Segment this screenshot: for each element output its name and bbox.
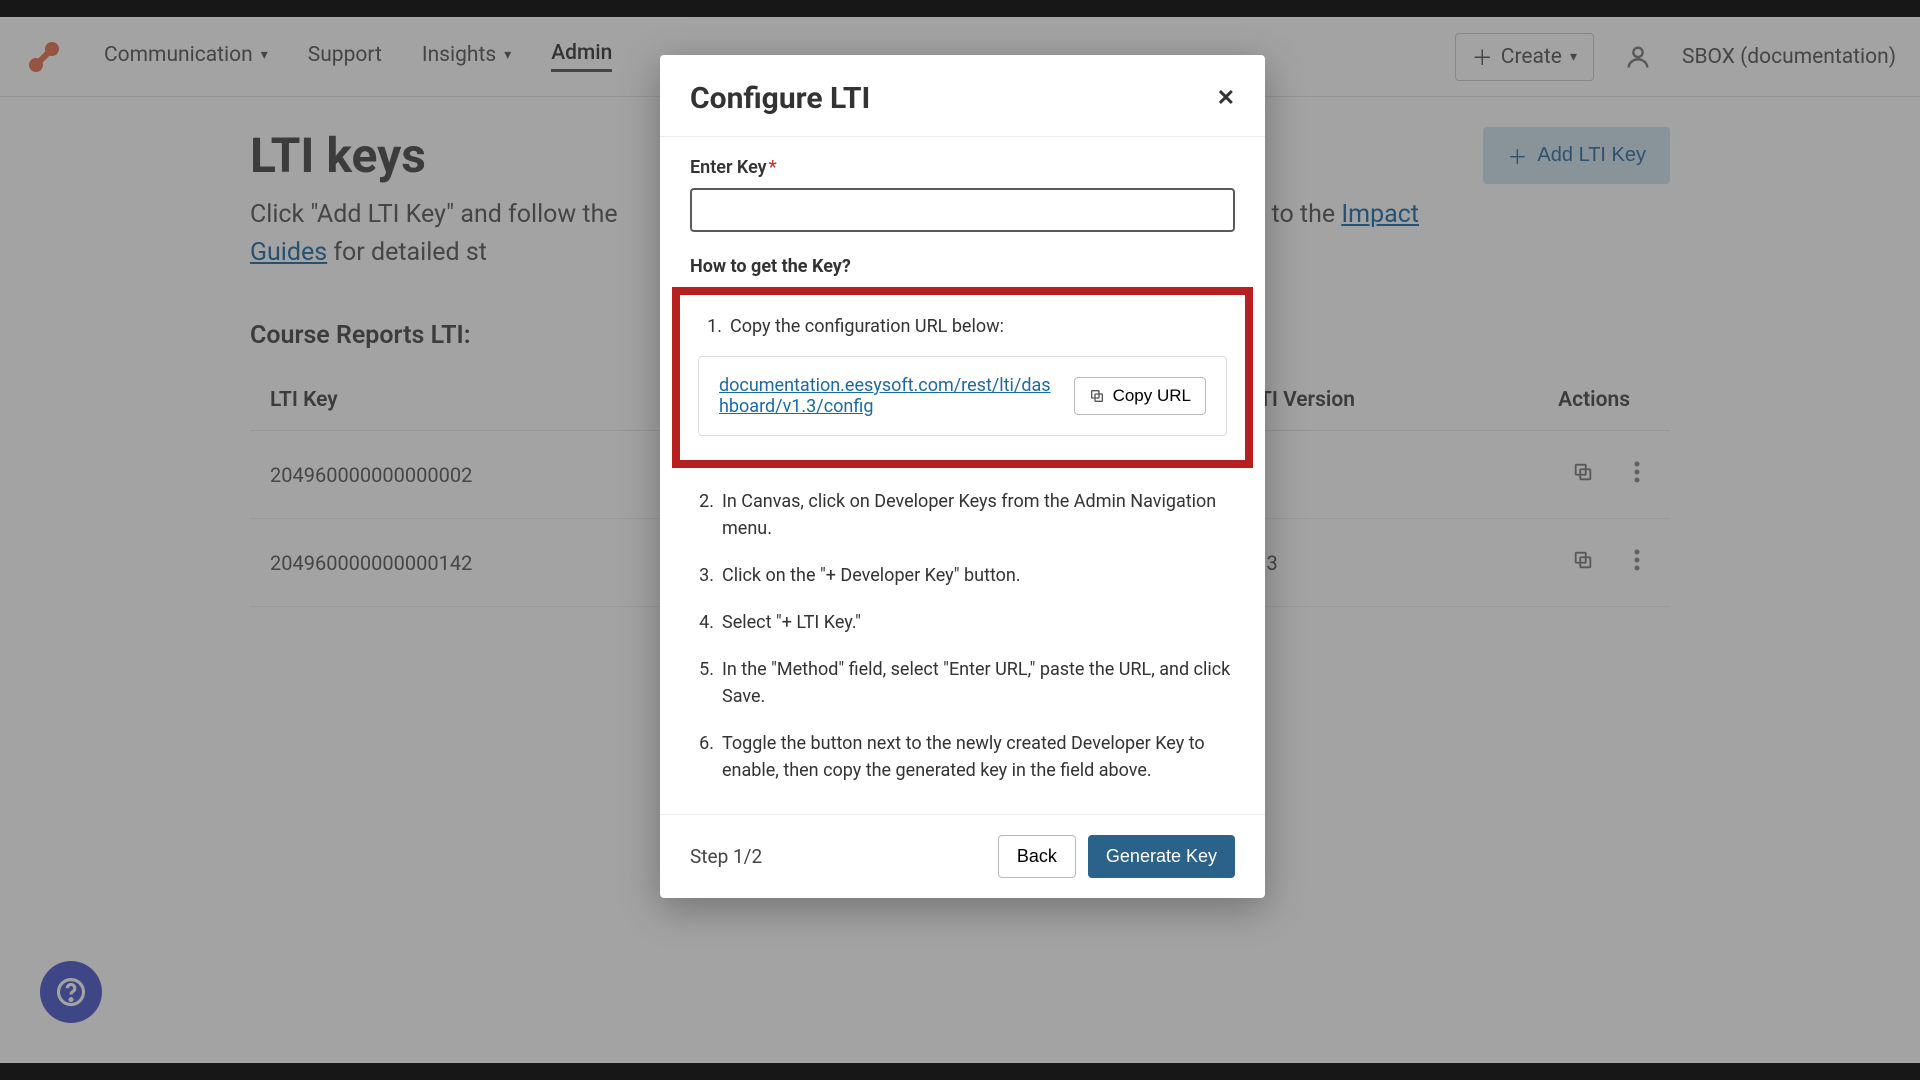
step-2: 2.In Canvas, click on Developer Keys fro… xyxy=(690,488,1235,542)
modal-title: Configure LTI xyxy=(690,81,870,116)
close-icon[interactable]: ✕ xyxy=(1217,86,1235,111)
enter-key-label: Enter Key* xyxy=(690,157,1235,178)
configure-lti-modal: Configure LTI ✕ Enter Key* How to get th… xyxy=(660,55,1265,898)
step-5: 5.In the "Method" field, select "Enter U… xyxy=(690,656,1235,710)
step-3: 3.Click on the "+ Developer Key" button. xyxy=(690,562,1235,589)
copy-icon xyxy=(1089,388,1105,404)
howto-label: How to get the Key? xyxy=(690,256,1235,277)
copy-url-button[interactable]: Copy URL xyxy=(1074,377,1206,415)
step-6: 6.Toggle the button next to the newly cr… xyxy=(690,730,1235,784)
config-url-box: documentation.eesysoft.com/rest/lti/dash… xyxy=(698,356,1227,436)
step-1: 1.Copy the configuration URL below: xyxy=(698,313,1227,340)
back-button[interactable]: Back xyxy=(998,835,1076,878)
config-url-link[interactable]: documentation.eesysoft.com/rest/lti/dash… xyxy=(719,375,1060,417)
enter-key-input[interactable] xyxy=(690,188,1235,232)
step-4: 4.Select "+ LTI Key." xyxy=(690,609,1235,636)
step1-highlight: 1.Copy the configuration URL below: docu… xyxy=(672,287,1253,468)
generate-key-button[interactable]: Generate Key xyxy=(1088,835,1235,878)
step-indicator: Step 1/2 xyxy=(690,845,762,868)
